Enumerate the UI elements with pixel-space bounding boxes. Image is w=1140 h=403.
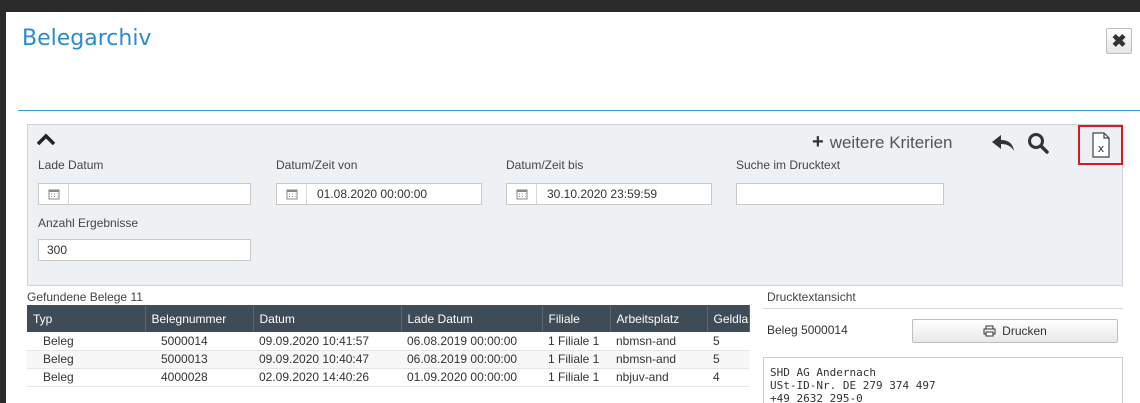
table-row[interactable]: Beleg 5000014 09.09.2020 10:41:57 06.08.… xyxy=(27,332,749,351)
column-header-arbeitsplatz[interactable]: Arbeitsplatz xyxy=(610,305,708,332)
calendar-icon[interactable] xyxy=(277,184,307,204)
date-to-field[interactable]: 30.10.2020 23:59:59 xyxy=(506,183,712,205)
date-to-label: Datum/Zeit bis xyxy=(506,158,584,172)
print-button[interactable]: Drucken xyxy=(912,319,1118,343)
cell-datum: 09.09.2020 10:40:47 xyxy=(253,350,401,369)
date-from-label: Datum/Zeit von xyxy=(276,158,358,172)
cell-filiale: 1 Filiale 1 xyxy=(542,332,610,351)
cell-belegnummer: 4000028 xyxy=(145,368,253,387)
cell-geldlade: 5 xyxy=(707,332,749,351)
more-criteria-label: weitere Kriterien xyxy=(829,132,953,152)
undo-icon xyxy=(992,135,1014,151)
cell-belegnummer: 5000014 xyxy=(145,332,253,351)
results-table: Typ Belegnummer Datum Lade Datum Filiale… xyxy=(27,305,750,387)
cell-arbeitsplatz: nbmsn-and xyxy=(610,332,707,351)
result-count-input[interactable]: 300 xyxy=(38,239,251,261)
excel-export-icon: x xyxy=(1091,132,1110,158)
dialog-title: Belegarchiv xyxy=(22,26,152,51)
cell-typ: Beleg xyxy=(27,350,145,369)
cell-filiale: 1 Filiale 1 xyxy=(542,368,610,387)
svg-text:x: x xyxy=(1097,142,1104,155)
table-row[interactable]: Beleg 4000028 02.09.2020 14:40:26 01.09.… xyxy=(27,368,749,387)
print-text-preview: SHD AG Andernach USt-ID-Nr. DE 279 374 49… xyxy=(763,357,1123,403)
date-from-field[interactable]: 01.08.2020 00:00:00 xyxy=(276,183,482,205)
load-date-label: Lade Datum xyxy=(38,158,104,172)
cell-arbeitsplatz: nbmsn-and xyxy=(610,350,707,369)
load-date-field[interactable] xyxy=(38,183,251,205)
cell-typ: Beleg xyxy=(27,368,145,387)
cell-belegnummer: 5000013 xyxy=(145,350,253,369)
calendar-icon[interactable] xyxy=(507,184,537,204)
filter-panel: + weitere Kriterien x Lade Datum Datum/Z… xyxy=(27,124,1123,286)
reset-button[interactable] xyxy=(988,129,1018,157)
cell-datum: 02.09.2020 14:40:26 xyxy=(253,368,401,387)
preview-line: USt-ID-Nr. DE 279 374 497 xyxy=(770,379,936,392)
preview-line: +49 2632 295-0 xyxy=(770,392,863,403)
column-header-geldlade[interactable]: Geldla xyxy=(707,305,750,332)
column-header-filiale[interactable]: Filiale xyxy=(542,305,611,332)
belegarchiv-dialog: Belegarchiv ✖ + weitere Kriterien x Lade… xyxy=(6,12,1140,403)
excel-export-button[interactable]: x xyxy=(1078,125,1123,165)
close-icon: ✖ xyxy=(1111,30,1127,51)
results-label: Gefundene Belege xyxy=(27,290,128,304)
plus-icon: + xyxy=(812,131,824,153)
search-text-label: Suche im Drucktext xyxy=(736,158,841,172)
result-count-label: Anzahl Ergebnisse xyxy=(38,216,139,230)
collapse-button[interactable] xyxy=(36,131,56,149)
cell-lade-datum: 01.09.2020 00:00:00 xyxy=(401,368,542,387)
title-divider xyxy=(18,110,1140,111)
results-count: 11 xyxy=(130,290,143,304)
print-view-beleg-label: Beleg 5000014 xyxy=(767,323,848,337)
more-criteria-button[interactable]: + weitere Kriterien xyxy=(812,131,953,154)
column-header-datum[interactable]: Datum xyxy=(253,305,402,332)
cell-arbeitsplatz: nbjuv-and xyxy=(610,368,707,387)
column-header-lade-datum[interactable]: Lade Datum xyxy=(401,305,543,332)
cell-geldlade: 5 xyxy=(707,350,749,369)
search-icon xyxy=(1028,133,1049,154)
print-view-divider xyxy=(763,308,1123,309)
printer-icon xyxy=(983,325,996,337)
chevron-up-icon xyxy=(36,133,56,146)
column-header-belegnummer[interactable]: Belegnummer xyxy=(145,305,254,332)
date-to-value: 30.10.2020 23:59:59 xyxy=(547,187,658,201)
cell-lade-datum: 06.08.2019 00:00:00 xyxy=(401,332,542,351)
date-from-value: 01.08.2020 00:00:00 xyxy=(317,187,428,201)
column-header-typ[interactable]: Typ xyxy=(27,305,146,332)
print-view-title: Drucktextansicht xyxy=(767,290,856,304)
result-count-value: 300 xyxy=(47,243,68,257)
table-header-row: Typ Belegnummer Datum Lade Datum Filiale… xyxy=(27,305,750,332)
search-button[interactable] xyxy=(1023,129,1053,157)
cell-geldlade: 4 xyxy=(707,368,749,387)
cell-filiale: 1 Filiale 1 xyxy=(542,350,610,369)
calendar-icon[interactable] xyxy=(39,184,69,204)
close-button[interactable]: ✖ xyxy=(1106,28,1132,54)
cell-typ: Beleg xyxy=(27,332,145,351)
cell-datum: 09.09.2020 10:41:57 xyxy=(253,332,401,351)
search-text-input[interactable] xyxy=(736,183,944,205)
print-button-label: Drucken xyxy=(1002,324,1047,338)
table-row[interactable]: Beleg 5000013 09.09.2020 10:40:47 06.08.… xyxy=(27,350,749,369)
preview-line: SHD AG Andernach xyxy=(770,366,876,379)
results-heading: Gefundene Belege 11 xyxy=(27,290,143,304)
cell-lade-datum: 06.08.2019 00:00:00 xyxy=(401,350,542,369)
